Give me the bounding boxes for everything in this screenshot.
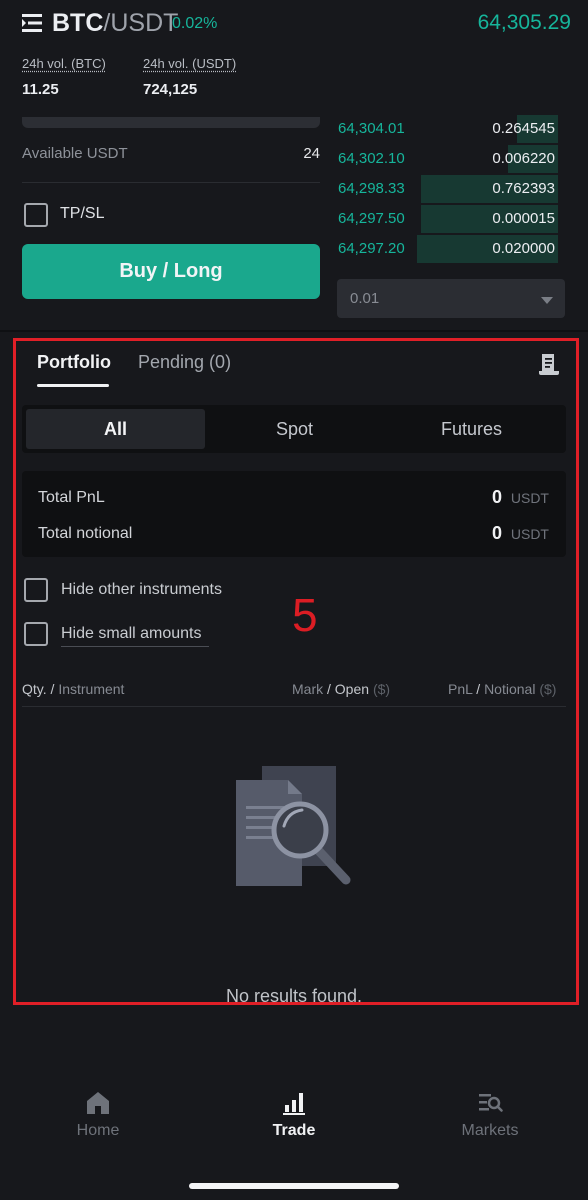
order-price: 64,297.20 (338, 240, 405, 257)
order-qty: 0.000015 (492, 210, 555, 227)
pair-base: BTC (52, 9, 104, 37)
amount-slider[interactable] (22, 117, 320, 128)
order-book-row[interactable]: 64,298.33 0.762393 (330, 174, 558, 204)
pair-quote: /USDT (103, 9, 179, 37)
vol-btc-label[interactable]: 24h vol. (BTC) (22, 56, 106, 71)
vol-btc-value: 11.25 (22, 81, 59, 98)
pair-selector[interactable]: BTC/USDT (52, 9, 178, 38)
order-book-row[interactable]: 64,302.10 0.006220 (330, 144, 558, 174)
tpsl-checkbox[interactable] (24, 203, 48, 227)
menu-icon[interactable] (22, 14, 42, 32)
buy-long-button[interactable]: Buy / Long (22, 244, 320, 299)
order-price: 64,302.10 (338, 150, 405, 167)
chart-bars-icon (283, 1093, 305, 1115)
order-qty: 0.020000 (492, 240, 555, 257)
highlight-annotation-box (13, 338, 579, 1005)
home-icon (87, 1092, 109, 1114)
precision-select[interactable]: 0.01 (337, 279, 565, 318)
order-book-row[interactable]: 64,304.01 0.264545 (330, 114, 558, 144)
order-book-row[interactable]: 64,297.20 0.020000 (330, 234, 558, 264)
home-indicator (189, 1183, 399, 1189)
order-price: 64,304.01 (338, 120, 405, 137)
order-price: 64,297.50 (338, 210, 405, 227)
list-search-icon (479, 1094, 503, 1112)
vol-usdt-value: 724,125 (143, 81, 198, 98)
order-qty: 0.264545 (492, 120, 555, 137)
divider (22, 182, 320, 183)
precision-value: 0.01 (350, 290, 380, 307)
caret-down-icon (541, 297, 553, 304)
nav-markets-label: Markets (461, 1122, 519, 1139)
nav-markets[interactable]: Markets (430, 1080, 550, 1150)
available-label: Available USDT (22, 145, 128, 162)
order-qty: 0.762393 (492, 180, 555, 197)
vol-usdt-label[interactable]: 24h vol. (USDT) (143, 56, 236, 71)
bottom-nav: Home Trade Markets (0, 1080, 588, 1150)
last-price: 64,305.29 (477, 11, 571, 34)
tpsl-label[interactable]: TP/SL (60, 205, 104, 223)
nav-trade-label: Trade (272, 1122, 316, 1139)
order-price: 64,298.33 (338, 180, 405, 197)
order-qty: 0.006220 (492, 150, 555, 167)
available-value: 24 (303, 145, 320, 162)
pair-change: 0.02% (172, 15, 218, 32)
section-divider (0, 330, 588, 332)
nav-home-label: Home (76, 1122, 120, 1139)
header: BTC/USDT 0.02% 64,305.29 (0, 0, 588, 46)
order-book-row[interactable]: 64,297.50 0.000015 (330, 204, 558, 234)
nav-trade[interactable]: Trade (234, 1080, 354, 1150)
nav-home[interactable]: Home (38, 1080, 158, 1150)
